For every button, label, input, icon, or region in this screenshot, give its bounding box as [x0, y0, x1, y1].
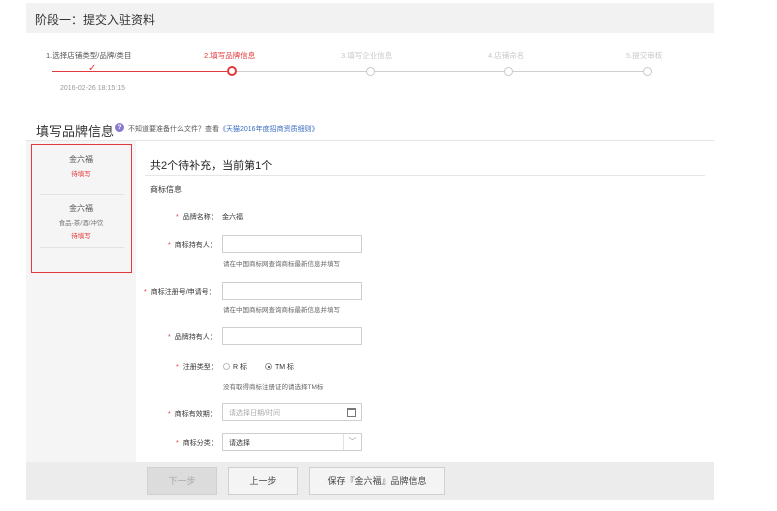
step-node-3	[366, 67, 375, 76]
tm-category-label: * 商标分类：	[176, 440, 218, 447]
brand-name-label: * 品牌名称：	[176, 214, 218, 221]
question-icon: ?	[115, 123, 124, 132]
step-label-4: 4.店铺命名	[488, 51, 525, 60]
brand-holder-input[interactable]	[222, 327, 362, 345]
main-divider	[145, 175, 705, 176]
prev-step-button[interactable]: 上一步	[228, 467, 298, 495]
tm-reg-label: * 商标注册号/申请号：	[144, 289, 216, 296]
tm-reg-input[interactable]	[222, 282, 362, 300]
tm-reg-hint: 请在中国商标网查询商标最新信息并填写	[223, 307, 340, 314]
date-placeholder: 请选择日期/时间	[229, 410, 280, 417]
tm-category-select[interactable]: 请选择 ﹀	[222, 433, 362, 451]
step-label-5: 5.提交审核	[626, 51, 663, 60]
help-text: 不知道要准备什么文件？查看《天猫2016年度招商资质细则》	[128, 126, 319, 133]
step-line-pending	[237, 71, 648, 72]
calendar-icon[interactable]	[347, 408, 356, 417]
step-progress: 1.选择店铺类型/品牌/类目 2.填写品牌信息 3.填写企业信息 4.店铺命名 …	[0, 40, 777, 100]
section-title: 填写品牌信息	[36, 124, 115, 139]
next-step-button[interactable]: 下一步	[147, 467, 217, 495]
chevron-down-icon: ﹀	[343, 434, 361, 450]
select-value: 请选择	[229, 440, 250, 447]
rules-link[interactable]: 《天猫2016年度招商资质细则》	[219, 126, 319, 133]
reg-type-hint: 没有取得商标注册证的请选择TM标	[223, 384, 324, 391]
step-label-1: 1.选择店铺类型/品牌/类目	[46, 51, 132, 60]
progress-text: 共2个待补充，当前第1个	[150, 160, 273, 172]
brand-holder-label: * 品牌持有人：	[168, 334, 217, 341]
tm-holder-label: * 商标持有人：	[168, 242, 217, 249]
validity-label: * 商标有效期：	[168, 411, 217, 418]
tm-holder-hint: 请在中国商标网查询商标最新信息并填写	[223, 261, 340, 268]
step-node-5	[643, 67, 652, 76]
page: 阶段一：提交入驻资料 1.选择店铺类型/品牌/类目 2.填写品牌信息 3.填写企…	[0, 0, 777, 511]
step-line-done	[52, 71, 227, 72]
reg-type-label: * 注册类型：	[176, 364, 218, 371]
step-node-4	[504, 67, 513, 76]
radio-icon	[223, 363, 230, 370]
radio-tm-mark[interactable]: TM 标	[265, 362, 294, 372]
validity-date-input[interactable]: 请选择日期/时间	[222, 403, 362, 421]
step-node-current	[227, 66, 237, 76]
step-label-2: 2.填写品牌信息	[204, 51, 256, 60]
radio-r-mark[interactable]: R 标	[223, 362, 247, 372]
stage-title: 阶段一：提交入驻资料	[35, 13, 156, 27]
check-icon: ✓	[88, 63, 97, 74]
subsection-title: 商标信息	[150, 185, 182, 194]
stage-header: 阶段一：提交入驻资料	[26, 3, 714, 33]
tm-holder-input[interactable]	[222, 235, 362, 253]
save-brand-button[interactable]: 保存『金六福』品牌信息	[309, 467, 445, 495]
step-label-3: 3.填写企业信息	[341, 51, 393, 60]
step-timestamp: 2016-02-26 18:15:15	[60, 85, 125, 92]
highlight-box	[31, 144, 132, 273]
brand-name-value: 金六福	[222, 214, 243, 221]
radio-checked-icon	[265, 363, 272, 370]
